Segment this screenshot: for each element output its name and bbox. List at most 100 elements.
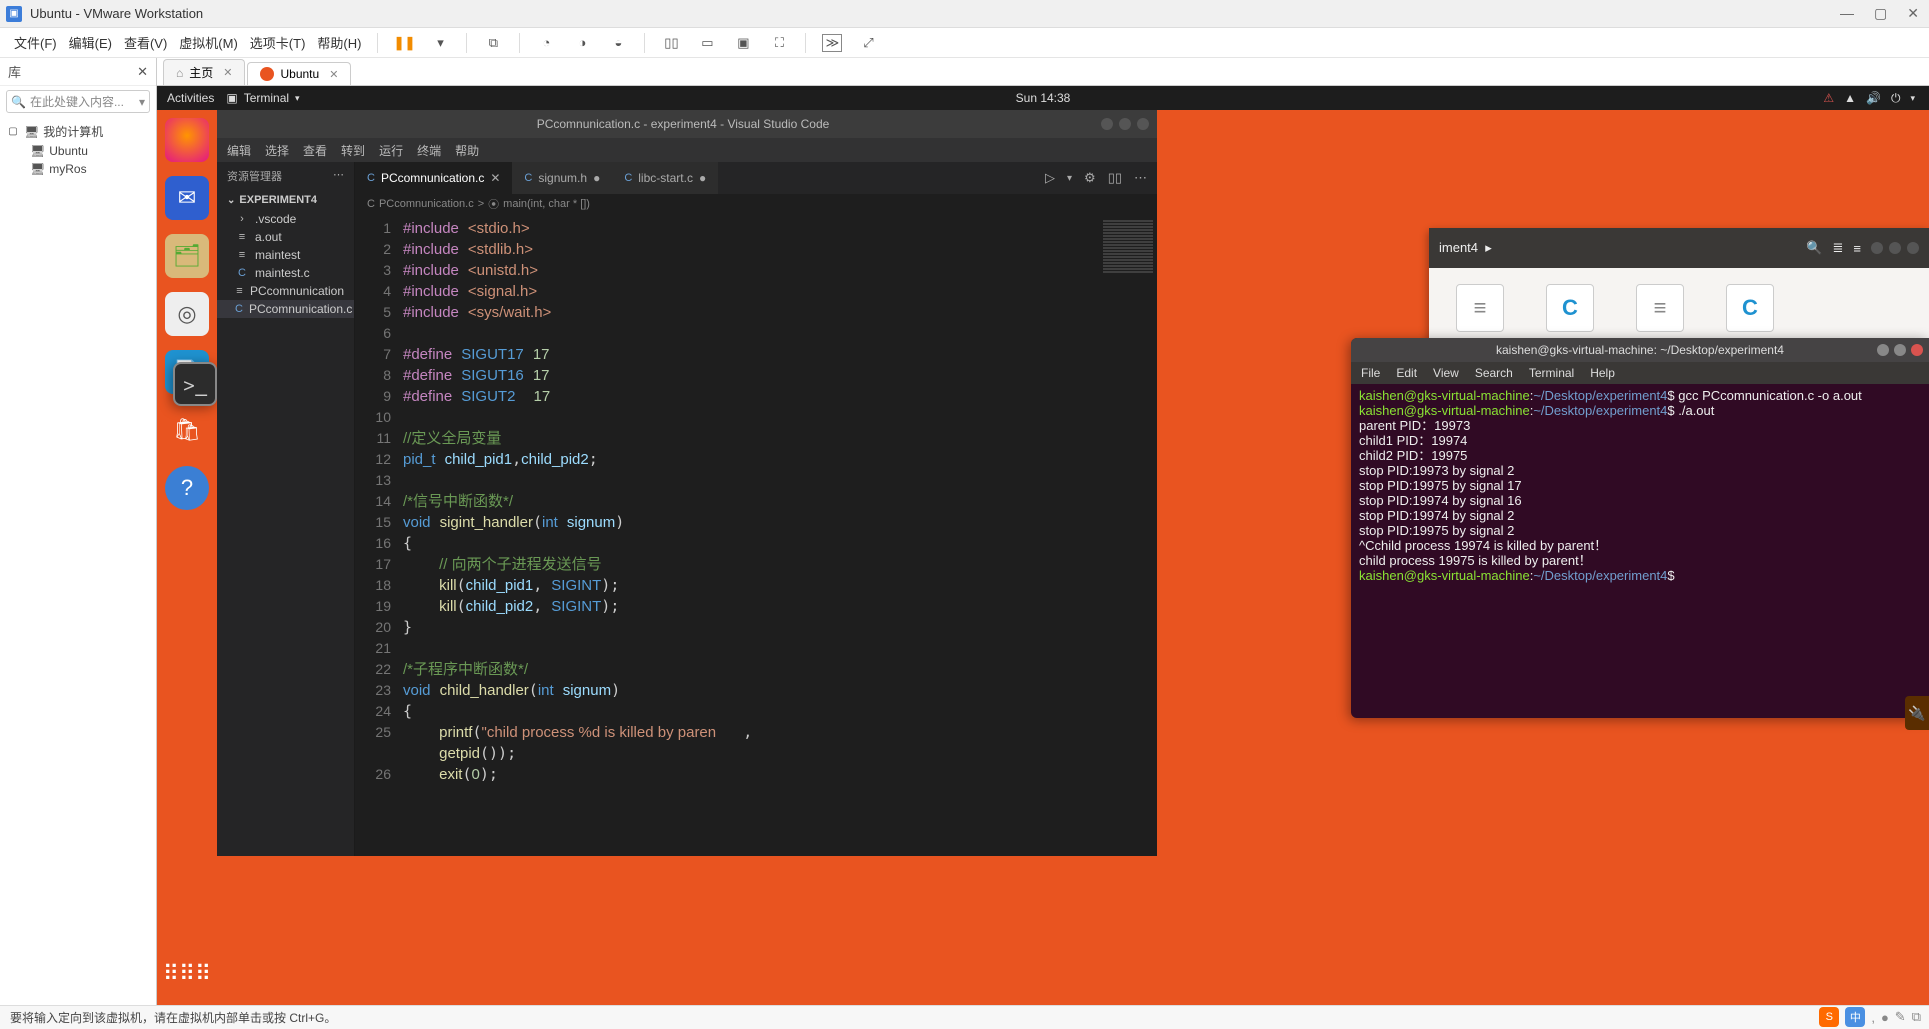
dock-terminal[interactable]: >_: [173, 362, 217, 406]
close-button[interactable]: ✕: [1903, 5, 1923, 22]
menu-item[interactable]: 虚拟机(M): [173, 34, 244, 53]
ime-mic-icon[interactable]: ●: [1881, 1010, 1889, 1025]
run-icon[interactable]: ▷: [1045, 170, 1055, 186]
tree-item[interactable]: 🖥Ubuntu: [2, 142, 154, 160]
active-app-menu[interactable]: ▣ Terminal ▾: [226, 91, 299, 105]
file-item[interactable]: CPCcomnunication.c: [217, 300, 354, 318]
terminal-line: stop PID:19974 by signal 16: [1359, 493, 1921, 508]
path-bar[interactable]: iment4 ▸: [1439, 240, 1796, 256]
close-tab-icon[interactable]: ✕: [223, 66, 232, 79]
editor-tab[interactable]: Csignum.h●: [512, 162, 612, 194]
sogou-ime-icon[interactable]: S: [1819, 1007, 1839, 1027]
minimize-icon[interactable]: [1877, 344, 1889, 356]
menu-item[interactable]: 选项卡(T): [244, 34, 312, 53]
vscode-menu-item[interactable]: 查看: [303, 142, 327, 159]
minimap[interactable]: [1099, 214, 1157, 856]
ime-handwrite-icon[interactable]: ✎: [1895, 1009, 1906, 1025]
usb-sidebar-icon[interactable]: 🔌: [1905, 696, 1929, 730]
pause-icon[interactable]: ❚❚: [394, 34, 414, 52]
minimize-icon[interactable]: [1871, 242, 1883, 254]
search-icon[interactable]: 🔍: [1806, 240, 1822, 256]
workspace-root[interactable]: ⌄ EXPERIMENT4: [217, 190, 354, 210]
vscode-menu-item[interactable]: 选择: [265, 142, 289, 159]
terminal-menu-item[interactable]: Search: [1475, 366, 1513, 380]
vscode-menu-item[interactable]: 运行: [379, 142, 403, 159]
view-console-icon[interactable]: ▣: [733, 34, 753, 52]
close-icon[interactable]: [1137, 118, 1149, 130]
vscode-menu-item[interactable]: 编辑: [227, 142, 251, 159]
terminal-menu-item[interactable]: View: [1433, 366, 1459, 380]
menu-item[interactable]: 帮助(H): [311, 34, 367, 53]
view-single-icon[interactable]: ▯▯: [661, 34, 681, 52]
tree-item[interactable]: 🖥myRos: [2, 160, 154, 178]
settings-icon[interactable]: ⚙: [1084, 170, 1096, 186]
activities-button[interactable]: Activities: [167, 91, 214, 105]
close-icon[interactable]: [1907, 242, 1919, 254]
tab-home[interactable]: ⌂ 主页 ✕: [163, 59, 245, 85]
power-dropdown-icon[interactable]: ▾: [430, 34, 450, 52]
file-item[interactable]: ›.vscode: [217, 210, 354, 228]
view-unity-icon[interactable]: ▭: [697, 34, 717, 52]
close-icon[interactable]: [1911, 344, 1923, 356]
split-icon[interactable]: ▯▯: [1108, 170, 1122, 186]
dock-firefox[interactable]: [165, 118, 209, 162]
library-search[interactable]: 🔍 在此处键入内容... ▾: [6, 90, 150, 113]
vscode-menu-item[interactable]: 终端: [417, 142, 441, 159]
dock-files[interactable]: 🗂: [165, 234, 209, 278]
show-apps-icon[interactable]: ⠿⠿⠿: [163, 961, 211, 987]
maximize-icon[interactable]: [1894, 344, 1906, 356]
clock[interactable]: Sun 14:38: [1016, 91, 1071, 105]
maximize-button[interactable]: ▢: [1870, 5, 1891, 22]
ime-toolbox-icon[interactable]: ⧉: [1912, 1009, 1921, 1025]
terminal-menu-item[interactable]: Terminal: [1529, 366, 1574, 380]
snapshot-take-icon[interactable]: ◔: [536, 34, 556, 52]
menu-item[interactable]: 编辑(E): [63, 34, 118, 53]
close-tab-icon[interactable]: ✕: [329, 68, 338, 81]
guest-display[interactable]: Activities ▣ Terminal ▾ Sun 14:38 ⚠ ▲ 🔊 …: [157, 86, 1929, 1005]
terminal-menu-item[interactable]: File: [1361, 366, 1380, 380]
editor-tab[interactable]: Clibc-start.c●: [612, 162, 718, 194]
view-fullscreen-icon[interactable]: ⛶: [769, 34, 789, 52]
snapshot-manage-icon[interactable]: ◒: [608, 34, 628, 52]
search-dropdown-icon[interactable]: ▾: [139, 95, 145, 109]
tree-root[interactable]: ▢ 🖥 我的计算机: [2, 121, 154, 142]
enter-vm-icon[interactable]: ≫: [822, 34, 842, 52]
file-item[interactable]: ≡PCcomnunication: [217, 282, 354, 300]
hamburger-icon[interactable]: ≡: [1853, 241, 1861, 256]
menu-item[interactable]: 查看(V): [118, 34, 173, 53]
dock-rhythmbox[interactable]: ◎: [165, 292, 209, 336]
terminal-menu-item[interactable]: Help: [1590, 366, 1615, 380]
library-close-icon[interactable]: ✕: [137, 64, 148, 80]
terminal-line: stop PID:19975 by signal 17: [1359, 478, 1921, 493]
vscode-menu-item[interactable]: 帮助: [455, 142, 479, 159]
close-tab-icon[interactable]: ✕: [490, 171, 500, 185]
code-editor[interactable]: 1 2 3 4 5 6 7 8 9 10 11 12 13 14 15 16 1…: [355, 214, 1157, 856]
terminal-menu-item[interactable]: Edit: [1396, 366, 1417, 380]
file-item[interactable]: Cmaintest.c: [217, 264, 354, 282]
send-ctrl-alt-del-icon[interactable]: ⧉: [483, 34, 503, 52]
file-item[interactable]: ≡a.out: [217, 228, 354, 246]
file-item[interactable]: ≡maintest: [217, 246, 354, 264]
run-dropdown-icon[interactable]: ▾: [1067, 173, 1072, 184]
menu-item[interactable]: 文件(F): [8, 34, 63, 53]
stretch-icon[interactable]: ⤢: [858, 34, 878, 52]
system-tray[interactable]: ⚠ ▲ 🔊 ⏻ ▾: [1823, 91, 1915, 106]
view-list-icon[interactable]: ≣: [1833, 240, 1844, 256]
dock-thunderbird[interactable]: ✉: [165, 176, 209, 220]
breadcrumb[interactable]: CPCcomnunication.c>⦿main(int, char * []): [355, 194, 1157, 214]
editor-tab[interactable]: CPCcomnunication.c✕: [355, 162, 512, 194]
minimize-button[interactable]: —: [1836, 5, 1858, 22]
ime-punct-icon[interactable]: ,: [1871, 1010, 1875, 1025]
more-icon[interactable]: ⋯: [333, 168, 344, 184]
dock-help[interactable]: ?: [165, 466, 209, 510]
tab-ubuntu[interactable]: Ubuntu ✕: [247, 62, 351, 85]
terminal-output[interactable]: kaishen@gks-virtual-machine:~/Desktop/ex…: [1351, 384, 1929, 587]
dock-software[interactable]: 🛍: [165, 408, 209, 452]
maximize-icon[interactable]: [1889, 242, 1901, 254]
minimize-icon[interactable]: [1101, 118, 1113, 130]
more-icon[interactable]: ⋯: [1134, 170, 1147, 186]
vscode-menu-item[interactable]: 转到: [341, 142, 365, 159]
ime-lang-icon[interactable]: 中: [1845, 1007, 1865, 1027]
snapshot-revert-icon[interactable]: ◑: [572, 34, 592, 52]
maximize-icon[interactable]: [1119, 118, 1131, 130]
